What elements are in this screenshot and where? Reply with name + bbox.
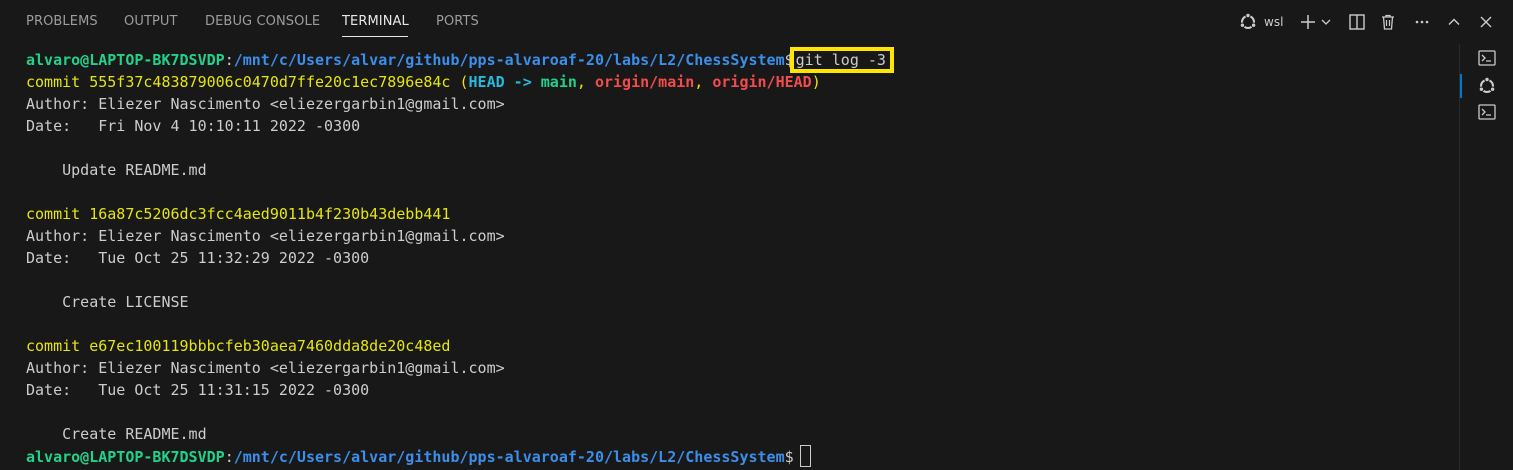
ref-main: main bbox=[540, 73, 577, 91]
prompt-path: /mnt/c/Users/alvar/github/pps-alvaroaf-2… bbox=[233, 448, 785, 466]
ref-separator: , bbox=[576, 73, 595, 91]
highlighted-command: git log -3 bbox=[789, 47, 894, 73]
commit-author: Author: Eliezer Nascimento <eliezergarbi… bbox=[26, 95, 505, 113]
prompt-user: alvaro@LAPTOP-BK7DSVDP bbox=[26, 448, 225, 466]
prompt-line: alvaro@LAPTOP-BK7DSVDP:/mnt/c/Users/alva… bbox=[26, 445, 811, 467]
commit-date: Date: Fri Nov 4 10:10:11 2022 -0300 bbox=[26, 117, 361, 135]
tab-ports[interactable]: PORTS bbox=[436, 14, 479, 29]
active-tab-indicator bbox=[342, 36, 408, 37]
terminal-cursor bbox=[799, 445, 811, 467]
ref-origin-head: origin/HEAD bbox=[712, 73, 812, 91]
trash-icon bbox=[1379, 13, 1397, 31]
close-icon bbox=[1478, 14, 1494, 30]
maximize-panel-button[interactable] bbox=[1443, 10, 1465, 34]
chevron-up-icon bbox=[1446, 14, 1462, 30]
tab-debug-console[interactable]: DEBUG CONSOLE bbox=[205, 14, 320, 29]
commit-message: Create LICENSE bbox=[26, 293, 189, 311]
terminal-tab-3[interactable] bbox=[1476, 101, 1498, 123]
prompt-symbol: $ bbox=[784, 448, 794, 466]
split-terminal-button[interactable] bbox=[1346, 10, 1368, 34]
prompt-symbol: $ bbox=[784, 51, 794, 69]
terminal-panel: PROBLEMS OUTPUT DEBUG CONSOLE TERMINAL P… bbox=[0, 0, 1513, 470]
tab-problems[interactable]: PROBLEMS bbox=[26, 14, 98, 29]
ubuntu-icon bbox=[1238, 12, 1258, 32]
prompt-separator: : bbox=[224, 51, 234, 69]
terminal-profile-label: wsl bbox=[1264, 15, 1284, 29]
panel-tab-bar: PROBLEMS OUTPUT DEBUG CONSOLE TERMINAL P… bbox=[0, 0, 1513, 44]
commit-author: Author: Eliezer Nascimento <eliezergarbi… bbox=[26, 227, 505, 245]
split-terminal-icon bbox=[1348, 13, 1366, 31]
prompt-user: alvaro@LAPTOP-BK7DSVDP bbox=[26, 51, 225, 69]
commit-hash: commit 555f37c483879006c0470d7ffe20c1ec7… bbox=[26, 73, 451, 91]
commit-hash: commit e67ec100119bbbcfeb30aea7460dda8de… bbox=[26, 337, 451, 355]
prompt-separator: : bbox=[224, 448, 234, 466]
terminal-tab-1[interactable] bbox=[1476, 47, 1498, 69]
active-terminal-indicator bbox=[1460, 74, 1462, 98]
commit-date: Date: Tue Oct 25 11:32:29 2022 -0300 bbox=[26, 249, 370, 267]
ellipsis-icon bbox=[1413, 13, 1431, 31]
prompt-path: /mnt/c/Users/alvar/github/pps-alvaroaf-2… bbox=[233, 51, 785, 69]
refs-close: ) bbox=[811, 73, 821, 91]
commit-hash: commit 16a87c5206dc3fcc4aed9011b4f230b43… bbox=[26, 205, 451, 223]
tab-terminal[interactable]: TERMINAL bbox=[342, 14, 409, 29]
terminal-icon bbox=[1477, 48, 1497, 68]
ref-separator: , bbox=[694, 73, 713, 91]
terminal-profile-button[interactable]: wsl bbox=[1238, 10, 1294, 34]
terminal-dropdown-button[interactable] bbox=[1319, 10, 1333, 34]
ref-head: HEAD -> bbox=[468, 73, 541, 91]
terminal-output[interactable]: alvaro@LAPTOP-BK7DSVDP:/mnt/c/Users/alva… bbox=[0, 44, 1458, 470]
panel-toolbar: wsl bbox=[1238, 10, 1508, 34]
more-actions-button[interactable] bbox=[1411, 10, 1433, 34]
commit-message: Update README.md bbox=[26, 161, 207, 179]
commit-line: commit 555f37c483879006c0470d7ffe20c1ec7… bbox=[26, 71, 821, 93]
close-panel-button[interactable] bbox=[1475, 10, 1497, 34]
prompt-line: alvaro@LAPTOP-BK7DSVDP:/mnt/c/Users/alva… bbox=[26, 47, 894, 73]
commit-date: Date: Tue Oct 25 11:31:15 2022 -0300 bbox=[26, 381, 370, 399]
chevron-down-icon bbox=[1320, 16, 1332, 28]
command-text: git log -3 bbox=[795, 51, 886, 69]
commit-author: Author: Eliezer Nascimento <eliezergarbi… bbox=[26, 359, 505, 377]
new-terminal-button[interactable] bbox=[1298, 10, 1318, 34]
refs-open: ( bbox=[450, 73, 469, 91]
tab-output[interactable]: OUTPUT bbox=[124, 14, 178, 29]
plus-icon bbox=[1299, 13, 1317, 31]
ref-origin-main: origin/main bbox=[594, 73, 695, 91]
terminal-icon bbox=[1477, 102, 1497, 122]
terminal-tabs-sidebar bbox=[1459, 44, 1513, 470]
terminal-tab-2[interactable] bbox=[1476, 75, 1498, 97]
commit-message: Create README.md bbox=[26, 425, 207, 443]
ubuntu-icon bbox=[1477, 76, 1497, 96]
kill-terminal-button[interactable] bbox=[1377, 10, 1399, 34]
